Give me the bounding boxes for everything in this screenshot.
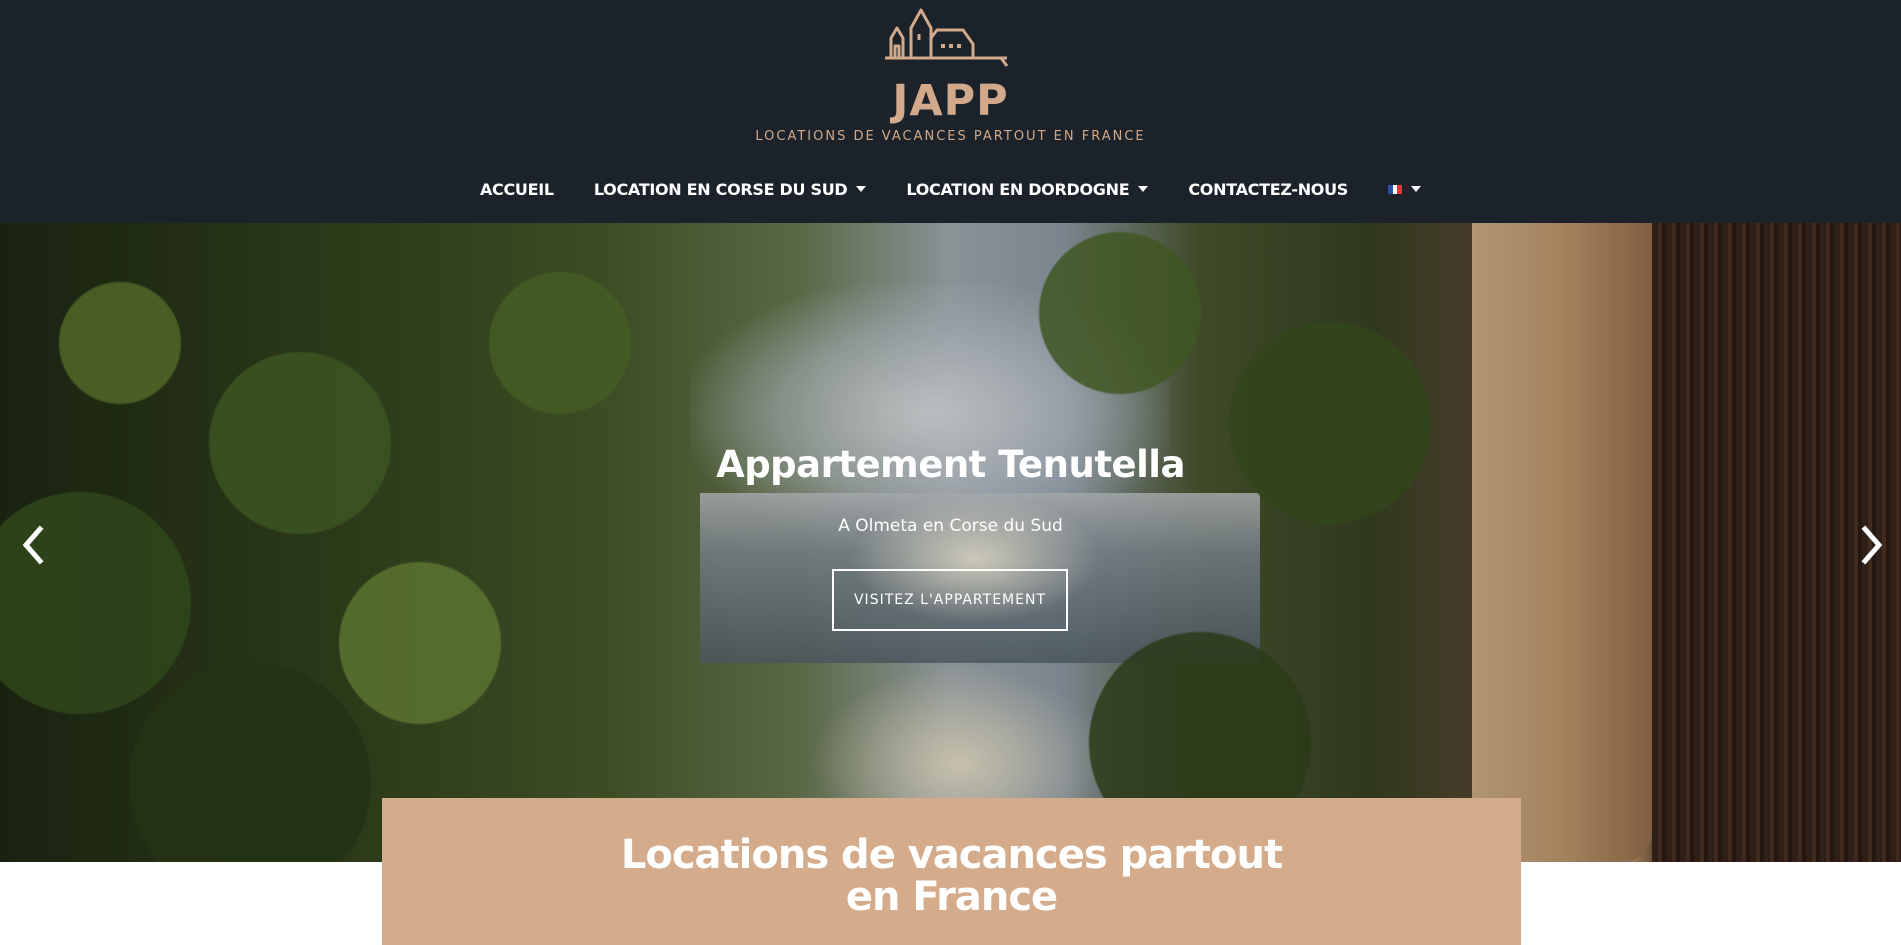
site-logo[interactable]: JAPP (881, 6, 1021, 126)
french-flag-icon (1388, 184, 1403, 194)
nav-item-label: LOCATION EN CORSE DU SUD (593, 179, 848, 199)
language-switcher[interactable] (1388, 184, 1422, 194)
hero-subtitle: A Olmeta en Corse du Sud (838, 516, 1063, 536)
site-header: JAPP LOCATIONS DE VACANCES PARTOUT EN FR… (0, 0, 1901, 223)
caret-down-icon (856, 186, 867, 192)
nav-item-corse-du-sud[interactable]: LOCATION EN CORSE DU SUD (594, 180, 867, 199)
brand-name: JAPP (892, 76, 1009, 126)
hero-overlay (0, 223, 1901, 862)
slider-next-button[interactable] (1852, 523, 1892, 567)
hero-title: Appartement Tenutella (716, 443, 1185, 486)
hero-slider: Appartement Tenutella A Olmeta en Corse … (0, 223, 1901, 862)
slider-prev-button[interactable] (13, 523, 53, 567)
nav-item-label: ACCUEIL (479, 179, 554, 199)
nav-item-label: CONTACTEZ-NOUS (1188, 179, 1349, 199)
main-nav: ACCUEIL LOCATION EN CORSE DU SUD LOCATIO… (0, 176, 1901, 202)
nav-item-label: LOCATION EN DORDOGNE (906, 179, 1130, 199)
visit-apartment-button[interactable]: VISITEZ L'APPARTEMENT (832, 569, 1068, 631)
caret-down-icon (1138, 186, 1149, 192)
intro-section: Locations de vacances partout en France (382, 798, 1521, 945)
nav-item-contactez-nous[interactable]: CONTACTEZ-NOUS (1188, 180, 1348, 199)
chevron-left-icon (22, 525, 44, 565)
nav-item-dordogne[interactable]: LOCATION EN DORDOGNE (906, 179, 1149, 199)
caret-down-icon (1411, 186, 1422, 192)
nav-item-accueil[interactable]: ACCUEIL (480, 180, 554, 199)
brand-tagline: LOCATIONS DE VACANCES PARTOUT EN FRANCE (755, 129, 1146, 144)
intro-title: Locations de vacances partout en France (620, 832, 1283, 920)
chevron-right-icon (1861, 525, 1883, 565)
house-village-icon (884, 8, 1008, 67)
